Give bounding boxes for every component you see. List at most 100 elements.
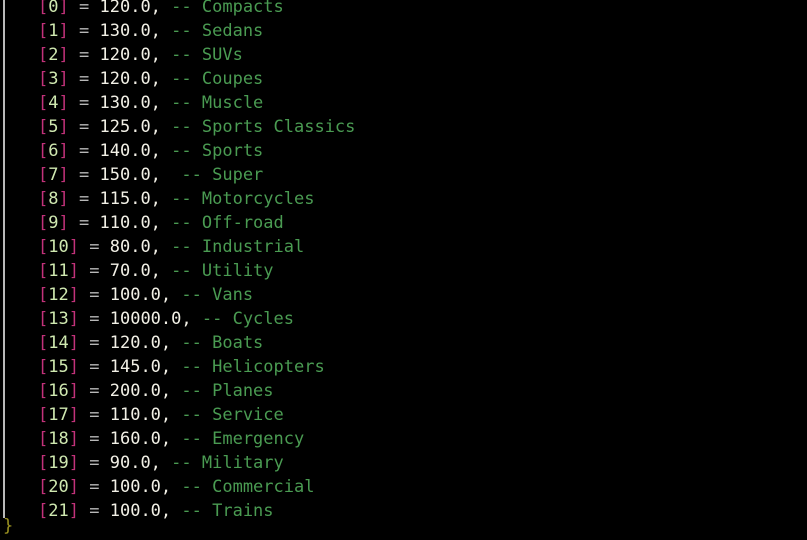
bracket-open: [ [38,117,49,137]
code-line[interactable]: [8] = 115.0, -- Motorcycles [0,187,807,211]
assignment-operator: = [89,309,100,329]
code-line[interactable]: [7] = 150.0, -- Super [0,163,807,187]
assignment-operator: = [89,357,100,377]
line-comment: -- Military [171,453,284,473]
bracket-close: ] [68,453,79,473]
line-comment: -- Service [181,405,284,425]
line-comment: -- Sports [171,141,264,161]
numeric-value: 115.0, [99,189,161,209]
bracket-close: ] [68,285,79,305]
line-comment: -- Industrial [171,237,305,257]
numeric-value: 100.0, [109,285,172,305]
array-index: 16 [48,381,69,401]
line-comment: -- Compacts [171,0,284,17]
line-comment: -- Off-road [171,213,284,233]
code-line[interactable]: [5] = 125.0, -- Sports Classics [0,115,807,139]
bracket-close: ] [58,189,69,209]
bracket-open: [ [38,189,49,209]
line-comment: -- Sedans [171,21,264,41]
line-comment: -- Sports Classics [171,117,356,137]
array-index: 8 [48,189,59,209]
assignment-operator: = [89,333,100,353]
bracket-open: [ [38,45,49,65]
closing-brace: } [3,516,14,536]
numeric-value: 120.0, [99,69,161,89]
bracket-close: ] [68,333,79,353]
numeric-value: 140.0, [99,141,161,161]
bracket-open: [ [38,0,49,17]
code-line[interactable]: [15] = 145.0, -- Helicopters [0,355,807,379]
code-line[interactable]: [1] = 130.0, -- Sedans [0,19,807,43]
bracket-close: ] [58,213,69,233]
bracket-close: ] [68,501,79,521]
numeric-value: 10000.0, [109,309,192,329]
bracket-close: ] [58,69,69,89]
code-line[interactable]: [4] = 130.0, -- Muscle [0,91,807,115]
code-line[interactable]: [18] = 160.0, -- Emergency [0,427,807,451]
assignment-operator: = [79,69,90,89]
assignment-operator: = [79,213,90,233]
code-line[interactable]: [12] = 100.0, -- Vans [0,283,807,307]
code-line[interactable]: [11] = 70.0, -- Utility [0,259,807,283]
assignment-operator: = [89,237,100,257]
code-line[interactable]: [2] = 120.0, -- SUVs [0,43,807,67]
assignment-operator: = [89,501,100,521]
code-line[interactable]: [0] = 120.0, -- Compacts [0,0,807,19]
code-line[interactable]: [3] = 120.0, -- Coupes [0,67,807,91]
code-line[interactable]: [14] = 120.0, -- Boats [0,331,807,355]
array-index: 17 [48,405,69,425]
bracket-open: [ [38,93,49,113]
bracket-close: ] [68,237,79,257]
code-line[interactable]: [21] = 100.0, -- Trains [0,499,807,523]
line-comment: -- SUVs [171,45,243,65]
bracket-open: [ [38,405,49,425]
code-line[interactable]: [19] = 90.0, -- Military [0,451,807,475]
line-comment: -- Coupes [171,69,264,89]
array-index: 12 [48,285,69,305]
bracket-open: [ [38,69,49,89]
code-line[interactable]: [13] = 10000.0, -- Cycles [0,307,807,331]
assignment-operator: = [79,0,90,17]
line-comment: -- Boats [181,333,264,353]
line-comment: -- Helicopters [181,357,325,377]
array-index: 6 [48,141,59,161]
numeric-value: 145.0, [109,357,172,377]
assignment-operator: = [79,117,90,137]
bracket-close: ] [68,477,79,497]
array-index: 9 [48,213,59,233]
array-index: 3 [48,69,59,89]
array-index: 15 [48,357,69,377]
line-comment: -- Trains [181,501,274,521]
array-index: 14 [48,333,69,353]
array-index: 20 [48,477,69,497]
line-comment: -- Utility [171,261,274,281]
bracket-close: ] [58,93,69,113]
code-editor-pane[interactable]: [0] = 120.0, -- Compacts [1] = 130.0, -- … [0,0,807,540]
code-line[interactable]: [16] = 200.0, -- Planes [0,379,807,403]
numeric-value: 120.0, [109,333,172,353]
bracket-open: [ [38,381,49,401]
code-line[interactable]: [6] = 140.0, -- Sports [0,139,807,163]
line-comment: -- Planes [181,381,274,401]
bracket-open: [ [38,333,49,353]
code-line[interactable]: [9] = 110.0, -- Off-road [0,211,807,235]
bracket-close: ] [58,45,69,65]
array-index: 21 [48,501,69,521]
bracket-close: ] [58,117,69,137]
code-line[interactable]: [10] = 80.0, -- Industrial [0,235,807,259]
array-index: 18 [48,429,69,449]
numeric-value: 130.0, [99,93,161,113]
array-index: 19 [48,453,69,473]
bracket-close: ] [58,165,69,185]
assignment-operator: = [89,453,100,473]
numeric-value: 150.0, [99,165,161,185]
code-line[interactable]: [17] = 110.0, -- Service [0,403,807,427]
assignment-operator: = [89,261,100,281]
numeric-value: 100.0, [109,477,172,497]
bracket-open: [ [38,501,49,521]
bracket-close: ] [58,141,69,161]
code-line-list: [0] = 120.0, -- Compacts [1] = 130.0, -- … [0,0,807,523]
bracket-close: ] [68,429,79,449]
bracket-open: [ [38,477,49,497]
code-line[interactable]: [20] = 100.0, -- Commercial [0,475,807,499]
